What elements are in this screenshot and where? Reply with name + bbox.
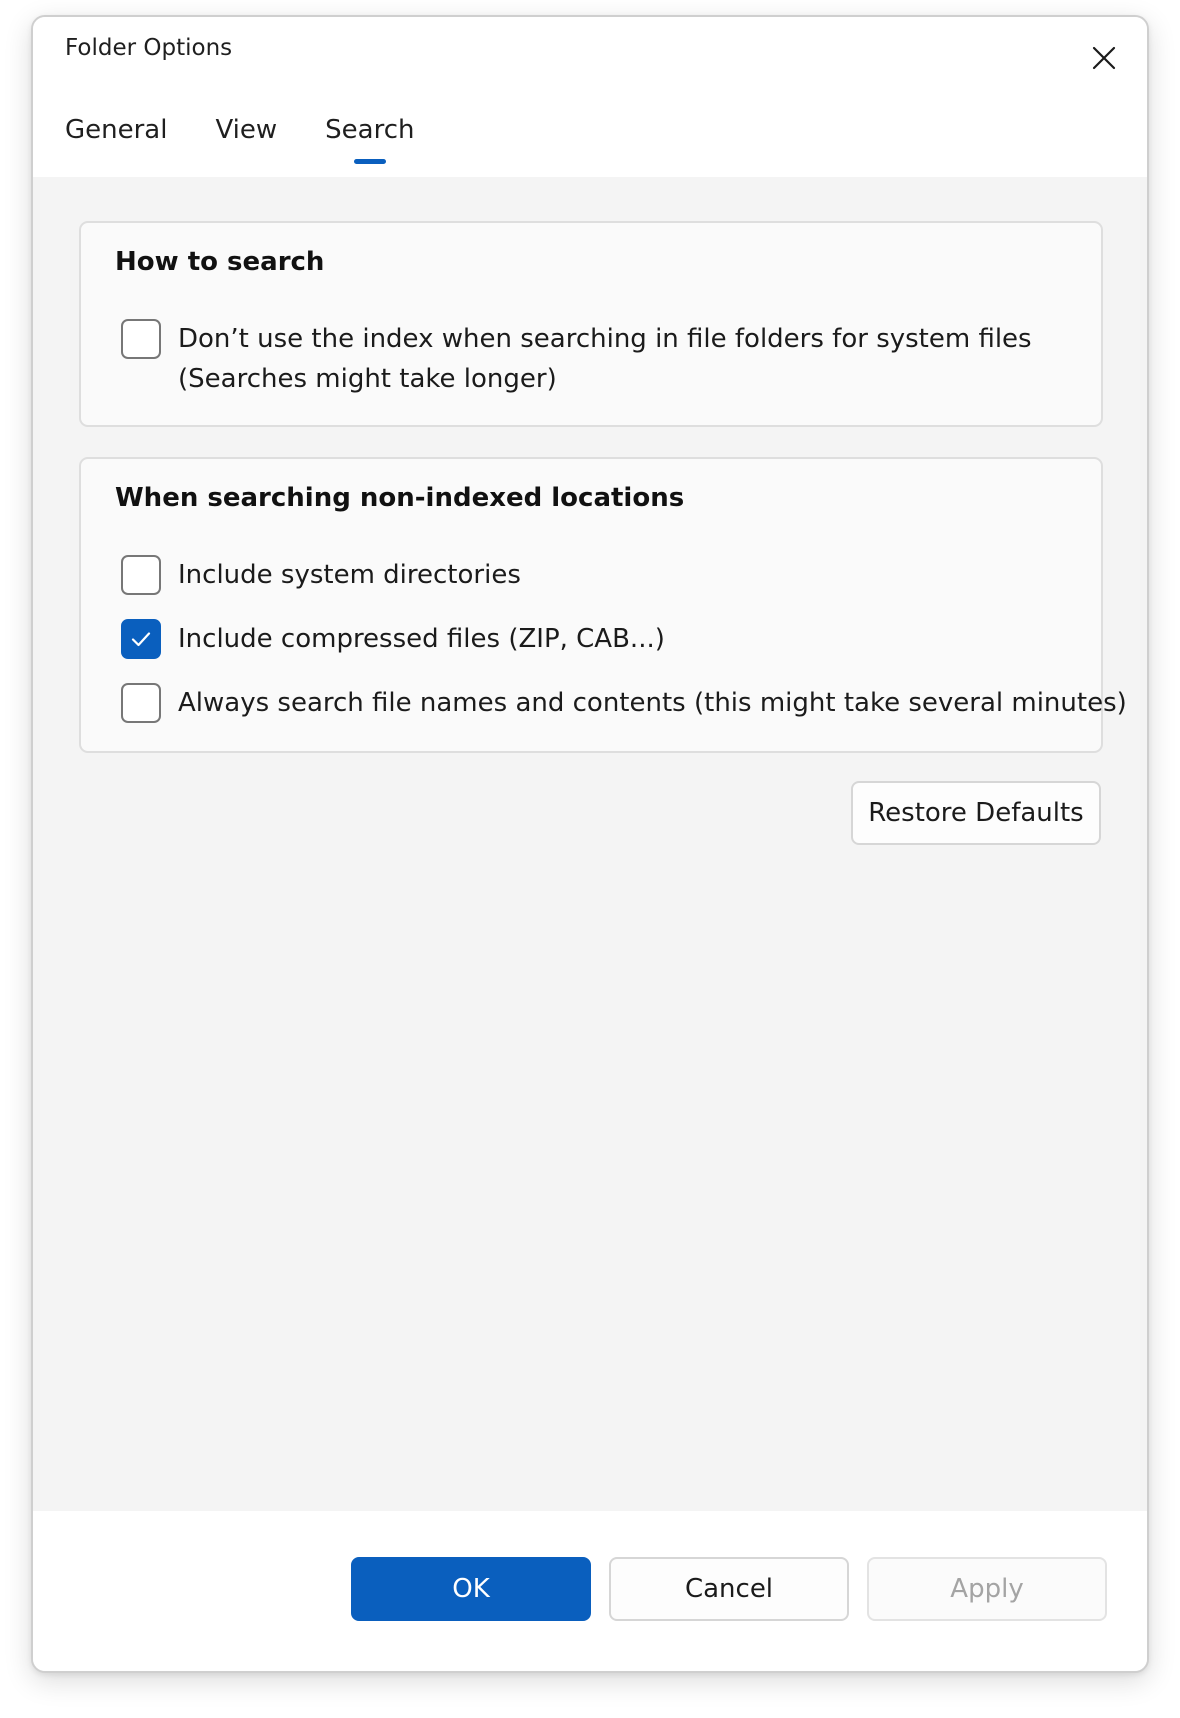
dont-use-index-option[interactable]: Don’t use the index when searching in fi… <box>121 319 1032 399</box>
tab-general[interactable]: General <box>65 115 167 164</box>
search-names-and-contents-label: Always search file names and contents (t… <box>178 688 1127 718</box>
checkmark-icon <box>131 632 151 647</box>
tab-search[interactable]: Search <box>325 115 415 165</box>
how-to-search-heading: How to search <box>115 247 325 277</box>
close-icon <box>1092 46 1116 70</box>
how-to-search-group: How to search Don’t use the index when s… <box>79 221 1103 427</box>
include-system-directories-checkbox[interactable] <box>121 555 161 595</box>
tab-view[interactable]: View <box>215 115 277 164</box>
close-button[interactable] <box>1081 35 1127 81</box>
restore-defaults-button[interactable]: Restore Defaults <box>851 781 1101 845</box>
dont-use-index-label: Don’t use the index when searching in fi… <box>178 319 1032 399</box>
search-names-and-contents-checkbox[interactable] <box>121 683 161 723</box>
include-compressed-files-label: Include compressed files (ZIP, CAB...) <box>178 624 665 654</box>
ok-button[interactable]: OK <box>351 1557 591 1621</box>
search-tab-panel: How to search Don’t use the index when s… <box>33 177 1147 1527</box>
dont-use-index-label-line2: (Searches might take longer) <box>178 364 557 394</box>
non-indexed-heading: When searching non-indexed locations <box>115 483 685 513</box>
cancel-button[interactable]: Cancel <box>609 1557 849 1621</box>
dialog-footer: OK Cancel Apply <box>33 1511 1147 1671</box>
non-indexed-locations-group: When searching non-indexed locations Inc… <box>79 457 1127 753</box>
dont-use-index-checkbox[interactable] <box>121 319 161 359</box>
include-compressed-files-checkbox[interactable] <box>121 619 161 659</box>
include-system-directories-option[interactable]: Include system directories <box>121 555 521 595</box>
tab-bar: General View Search <box>65 115 415 165</box>
include-compressed-files-option[interactable]: Include compressed files (ZIP, CAB...) <box>121 619 665 659</box>
include-system-directories-label: Include system directories <box>178 560 521 590</box>
dont-use-index-label-line1: Don’t use the index when searching in fi… <box>178 324 1032 354</box>
window-title: Folder Options <box>65 35 233 61</box>
dialog-header: Folder Options General View Search <box>33 17 1147 177</box>
folder-options-dialog: Folder Options General View Search How t… <box>31 15 1149 1673</box>
apply-button[interactable]: Apply <box>867 1557 1107 1621</box>
search-names-and-contents-option[interactable]: Always search file names and contents (t… <box>121 683 1127 723</box>
